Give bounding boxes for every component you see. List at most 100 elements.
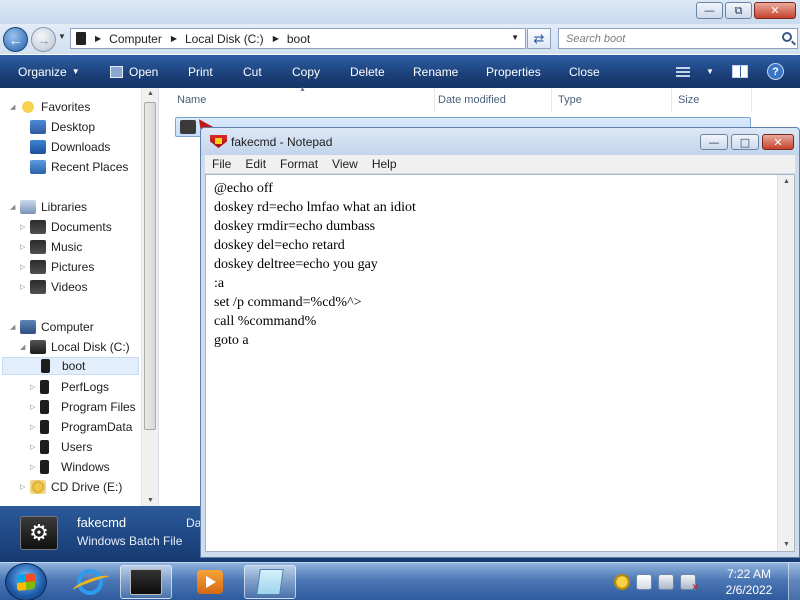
nav-music[interactable]: ▷ Music — [20, 238, 82, 256]
nav-videos[interactable]: ▷ Videos — [20, 278, 87, 296]
notepad-titlebar[interactable]: fakecmd - Notepad — □ ✕ — [201, 128, 799, 155]
nav-favorites[interactable]: ◢ Favorites — [10, 98, 90, 116]
expand-arrow-icon[interactable]: ▷ — [20, 243, 30, 251]
nav-documents[interactable]: ▷ Documents — [20, 218, 112, 236]
collapse-arrow-icon[interactable]: ◢ — [20, 343, 30, 351]
cut-button[interactable]: Cut — [243, 55, 262, 88]
scroll-down-icon[interactable]: ▼ — [783, 541, 790, 548]
network-icon[interactable] — [658, 574, 674, 590]
expand-arrow-icon[interactable]: ▷ — [30, 443, 40, 451]
column-header-size[interactable]: Size — [672, 88, 752, 112]
nav-programdata[interactable]: ▷ ProgramData — [30, 418, 132, 436]
nav-pictures[interactable]: ▷ Pictures — [20, 258, 94, 276]
nav-windows[interactable]: ▷ Windows — [30, 458, 110, 476]
explorer-titlebar[interactable]: — ⧉ ✕ — [0, 0, 800, 24]
taskbar-explorer[interactable] — [120, 565, 172, 599]
expand-arrow-icon[interactable]: ▷ — [30, 463, 40, 471]
column-header-date-modified[interactable]: Date modified — [432, 88, 552, 112]
star-icon — [20, 100, 36, 114]
navigation-scrollbar[interactable]: ▲ ▼ — [141, 88, 158, 506]
nav-local-disk[interactable]: ◢ Local Disk (C:) — [20, 338, 130, 356]
show-desktop-button[interactable] — [788, 563, 800, 600]
expand-arrow-icon[interactable]: ▷ — [30, 423, 40, 431]
taskbar-notepad[interactable] — [244, 565, 296, 599]
notification-icon[interactable] — [614, 574, 630, 590]
notepad-maximize-button[interactable]: □ — [731, 134, 759, 150]
start-button[interactable] — [5, 563, 47, 600]
action-center-icon[interactable] — [636, 574, 652, 590]
clock-date: 2/6/2022 — [725, 583, 773, 597]
address-dropdown-icon[interactable]: ▼ — [511, 33, 519, 42]
scroll-up-icon[interactable]: ▲ — [147, 90, 154, 97]
properties-button[interactable]: Properties — [486, 55, 541, 88]
forward-button[interactable]: → — [31, 27, 56, 52]
notepad-minimize-button[interactable]: — — [700, 134, 728, 150]
rename-button[interactable]: Rename — [413, 55, 458, 88]
expand-arrow-icon[interactable]: ▷ — [20, 483, 30, 491]
close-button[interactable]: Close — [569, 55, 600, 88]
nav-program-files[interactable]: ▷ Program Files — [30, 398, 136, 416]
menu-format[interactable]: Format — [273, 157, 325, 171]
refresh-button[interactable]: ⇄ — [527, 28, 551, 49]
menu-view[interactable]: View — [325, 157, 365, 171]
menu-edit[interactable]: Edit — [238, 157, 273, 171]
expand-arrow-icon[interactable]: ▷ — [20, 223, 30, 231]
notepad-text-area[interactable]: @echo off doskey rd=echo lmfao what an i… — [205, 174, 795, 552]
scroll-up-icon[interactable]: ▲ — [783, 178, 790, 185]
search-input[interactable]: Search boot — [558, 28, 798, 49]
taskbar-internet-explorer[interactable] — [64, 565, 116, 599]
gear-icon: ⚙ — [20, 516, 58, 550]
nav-recent-places[interactable]: Recent Places — [30, 158, 128, 176]
collapse-arrow-icon[interactable]: ◢ — [10, 323, 20, 331]
notepad-content[interactable]: @echo off doskey rd=echo lmfao what an i… — [214, 179, 416, 350]
breadcrumb-arrow-icon[interactable]: ▶ — [273, 34, 279, 43]
collapse-arrow-icon[interactable]: ◢ — [10, 103, 20, 111]
breadcrumb-arrow-icon[interactable]: ▶ — [95, 34, 101, 43]
taskbar-clock[interactable]: 7:22 AM 2/6/2022 — [716, 566, 782, 598]
breadcrumb-computer[interactable]: Computer — [109, 32, 162, 46]
open-button[interactable]: Open — [110, 55, 158, 88]
expand-arrow-icon[interactable]: ▷ — [30, 403, 40, 411]
nav-boot[interactable]: boot — [2, 357, 139, 375]
nav-perflogs[interactable]: ▷ PerfLogs — [30, 378, 109, 396]
local-disk-icon — [30, 340, 46, 354]
expand-arrow-icon[interactable]: ▷ — [30, 383, 40, 391]
back-button[interactable]: ← — [3, 27, 28, 52]
documents-icon — [30, 220, 46, 234]
print-button[interactable]: Print — [188, 55, 213, 88]
explorer-restore-button[interactable]: ⧉ — [725, 2, 752, 19]
recent-pages-dropdown-icon[interactable]: ▼ — [58, 32, 66, 41]
column-header-type[interactable]: Type — [552, 88, 672, 112]
nav-desktop[interactable]: Desktop — [30, 118, 95, 136]
nav-users[interactable]: ▷ Users — [30, 438, 92, 456]
breadcrumb-local-disk[interactable]: Local Disk (C:) — [185, 32, 264, 46]
notepad-scrollbar[interactable]: ▲ ▼ — [777, 175, 794, 551]
breadcrumb-arrow-icon[interactable]: ▶ — [171, 34, 177, 43]
scrollbar-thumb[interactable] — [144, 102, 156, 430]
change-view-button[interactable]: ▼ — [676, 55, 714, 88]
notepad-close-button[interactable]: ✕ — [762, 134, 794, 150]
search-icon[interactable] — [782, 32, 792, 42]
explorer-close-button[interactable]: ✕ — [754, 2, 796, 19]
nav-cd-drive[interactable]: ▷ CD Drive (E:) — [20, 478, 122, 496]
explorer-minimize-button[interactable]: — — [696, 2, 723, 19]
volume-muted-icon[interactable] — [680, 574, 699, 593]
organize-menu-button[interactable]: Organize ▼ — [18, 55, 80, 88]
delete-button[interactable]: Delete — [350, 55, 385, 88]
nav-downloads[interactable]: Downloads — [30, 138, 110, 156]
address-box[interactable]: ▶ Computer ▶ Local Disk (C:) ▶ boot ▼ — [70, 28, 526, 49]
breadcrumb-boot[interactable]: boot — [287, 32, 310, 46]
expand-arrow-icon[interactable]: ▷ — [20, 283, 30, 291]
menu-help[interactable]: Help — [365, 157, 404, 171]
copy-button[interactable]: Copy — [292, 55, 320, 88]
nav-computer[interactable]: ◢ Computer — [10, 318, 94, 336]
expand-arrow-icon[interactable]: ▷ — [20, 263, 30, 271]
menu-file[interactable]: File — [205, 157, 238, 171]
nav-libraries[interactable]: ◢ Libraries — [10, 198, 87, 216]
taskbar-media-player[interactable] — [184, 565, 236, 599]
notepad-app-icon[interactable] — [210, 135, 227, 148]
collapse-arrow-icon[interactable]: ◢ — [10, 203, 20, 211]
scroll-down-icon[interactable]: ▼ — [147, 497, 154, 504]
help-icon[interactable]: ? — [767, 63, 784, 80]
preview-pane-icon[interactable] — [732, 65, 748, 78]
